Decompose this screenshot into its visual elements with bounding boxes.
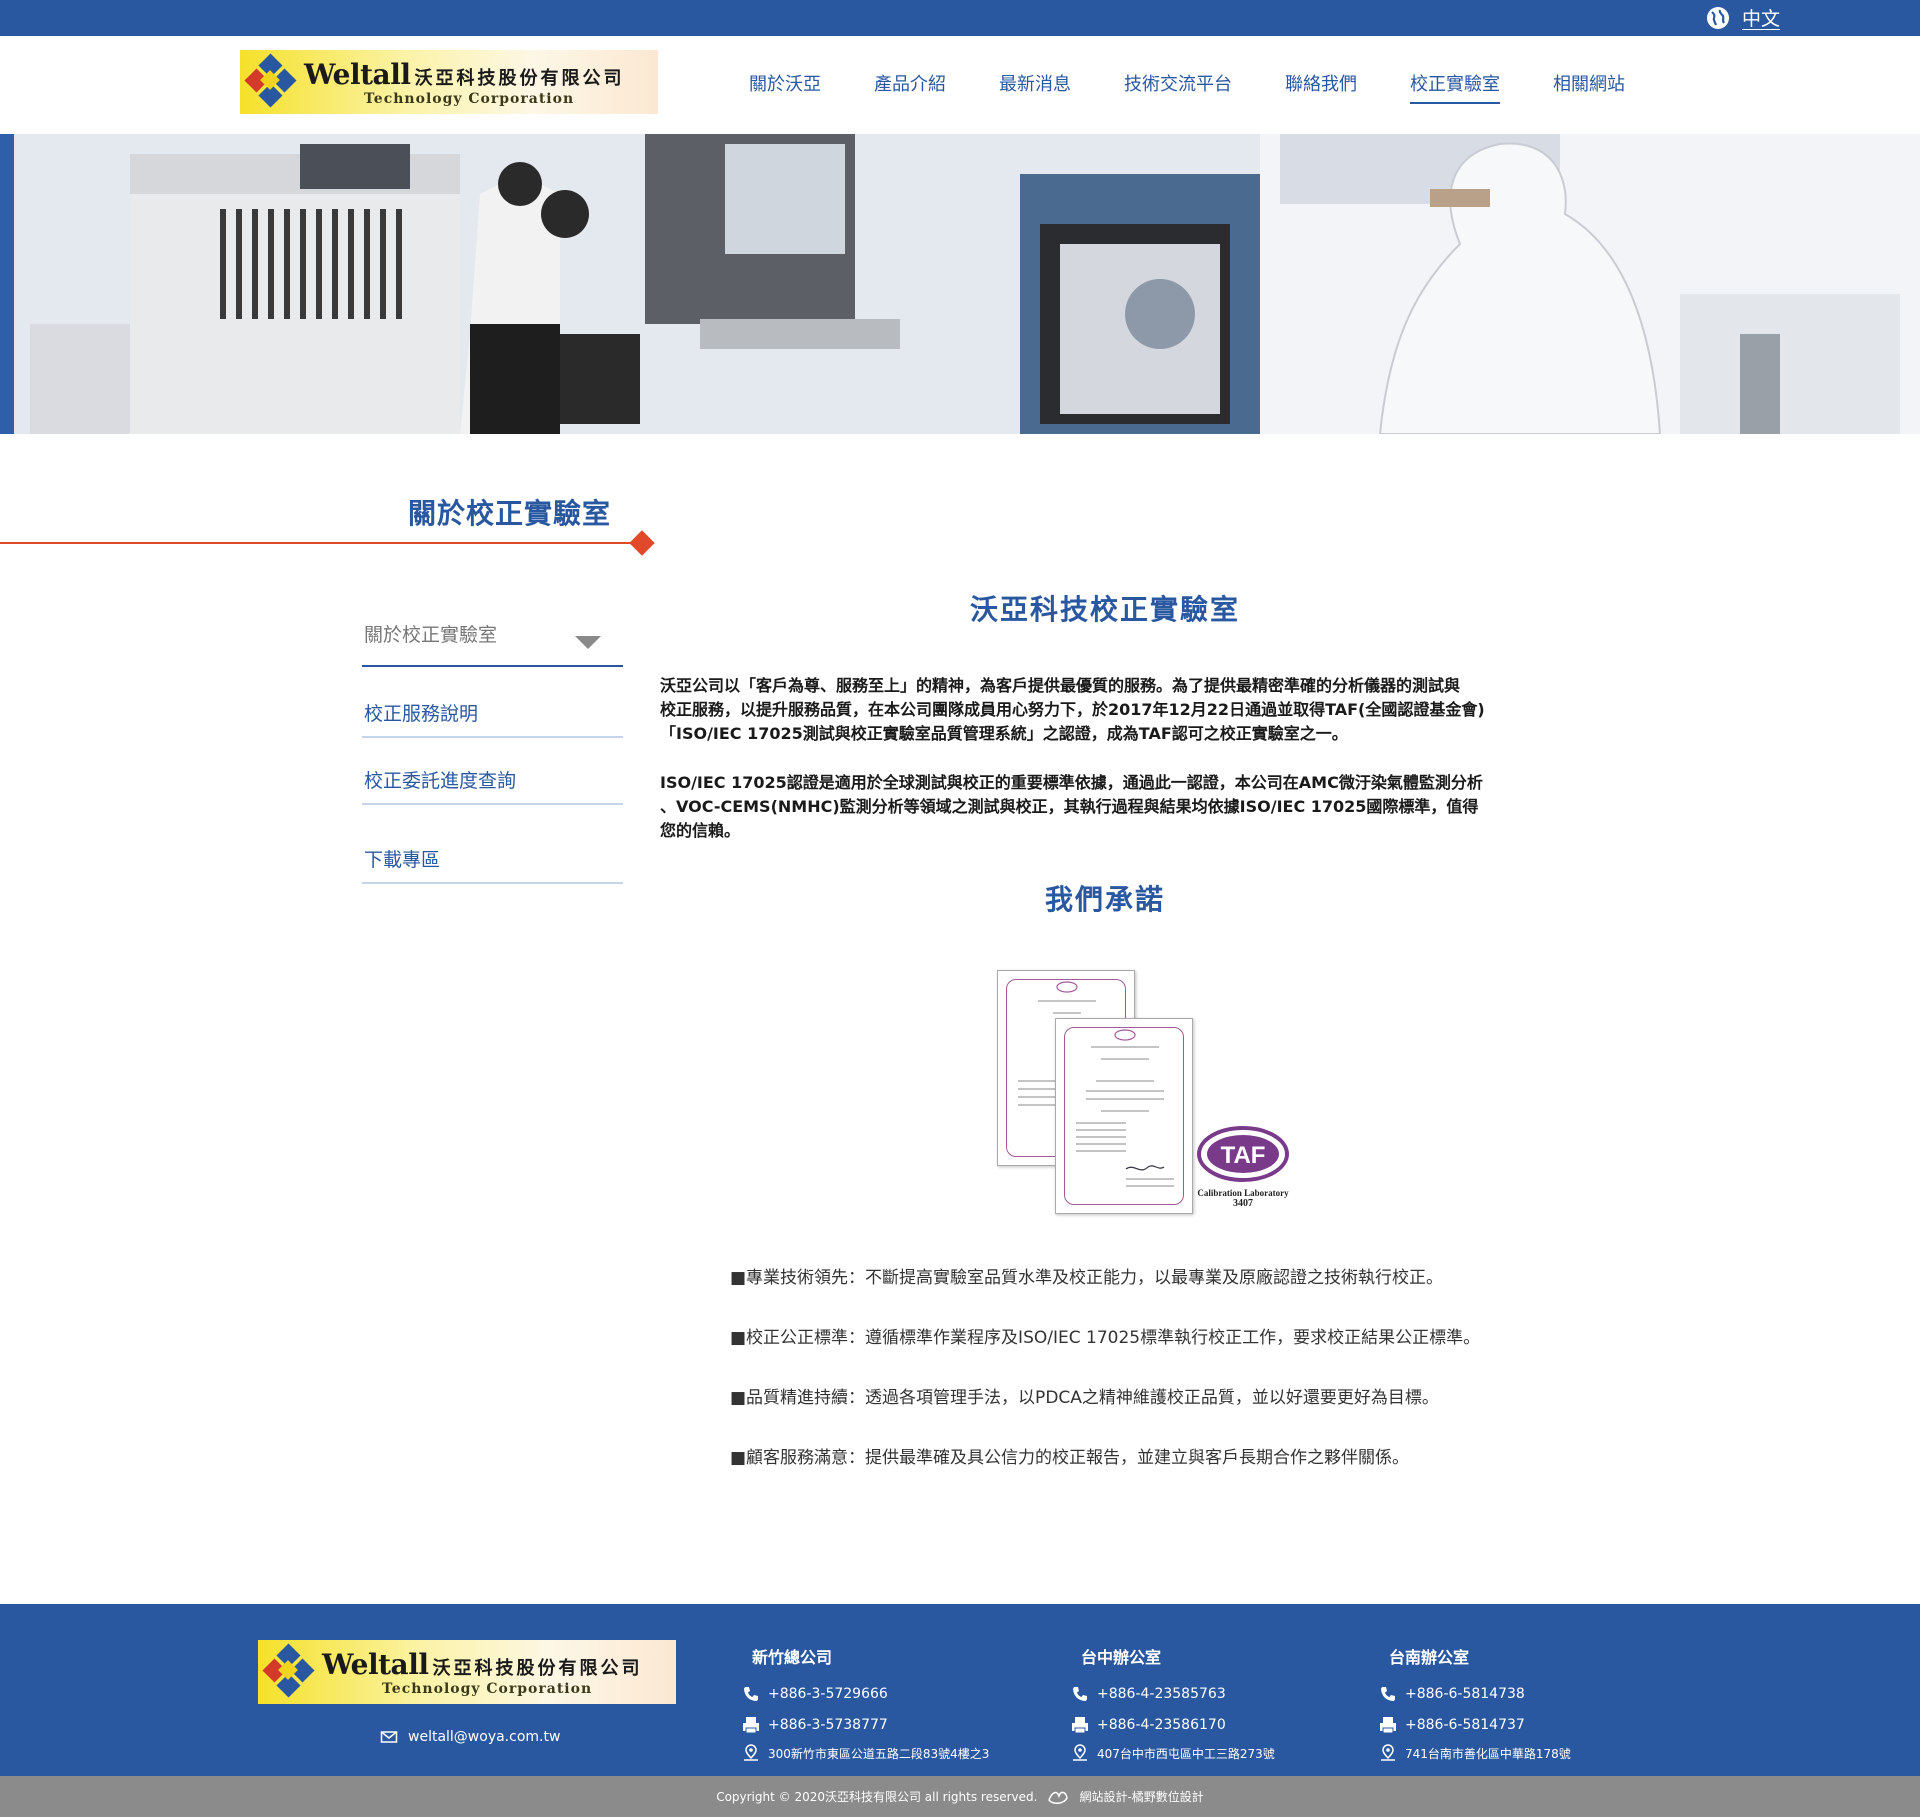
office-fax: +886-6-5814737 (1379, 1709, 1571, 1740)
sidebar-title: 關於校正實驗室 (408, 497, 612, 530)
promise-title: 我們承諾 (1044, 883, 1165, 916)
office-address: 741台南市善化區中華路178號 (1379, 1740, 1571, 1766)
logo-brand: Weltall (322, 1647, 429, 1681)
list-item: ■顧客服務滿意：提供最準確及具公信力的校正報告，並建立與客戶長期合作之夥伴關係。 (730, 1448, 1410, 1468)
office-fax: +886-4-23586170 (1071, 1709, 1275, 1740)
logo-company-en: Technology Corporation (382, 1680, 593, 1697)
iso-line: 您的信賴。 (660, 821, 741, 840)
nav-tech-platform[interactable]: 技術交流平台 (1124, 70, 1232, 104)
certificate-front (1055, 1018, 1193, 1214)
certificate-image: TAF Calibration Laboratory 3407 (992, 968, 1302, 1218)
footer-logo[interactable]: Weltall 沃亞科技股份有限公司 Technology Corporatio… (258, 1640, 676, 1704)
sidebar-item-about-lab[interactable]: 關於校正實驗室 (362, 620, 623, 667)
taf-logo-icon: TAF (1197, 1126, 1289, 1182)
list-item: ■校正公正標準：遵循標準作業程序及ISO/IEC 17025標準執行校正工作，要… (730, 1328, 1481, 1348)
fax-icon (1380, 1716, 1396, 1733)
location-icon (1073, 1744, 1087, 1761)
site-header: Weltall 沃亞科技股份有限公司 Technology Corporatio… (0, 36, 1920, 134)
promise-list: ■專業技術領先：不斷提高實驗室品質水準及校正能力，以最專業及原廠認證之技術執行校… (730, 1266, 1590, 1506)
top-bar: 中文 (0, 0, 1920, 36)
iso-line: 、VOC-CEMS(NMHC)監測分析等領域之測試與校正，其執行過程與結果均依據… (660, 797, 1479, 816)
globe-icon (1706, 6, 1729, 29)
mail-icon (380, 1731, 398, 1743)
location-icon (1381, 1744, 1395, 1761)
taf-logo-text: TAF (1221, 1142, 1266, 1169)
sidebar-menu: 關於校正實驗室 校正服務說明 校正委託進度查詢 下載專區 (362, 620, 623, 884)
banner-image (0, 134, 1920, 434)
logo-brand: Weltall (304, 57, 411, 91)
nav-related-sites[interactable]: 相關網站 (1553, 70, 1625, 104)
office-tainan: 台南辦公室 +886-6-5814738 +886-6-5814737 741台… (1379, 1644, 1571, 1766)
copyright-bar: Copyright © 2020沃亞科技有限公司 all rights rese… (0, 1776, 1920, 1817)
logo-company-en: Technology Corporation (364, 90, 575, 107)
sidebar-item-downloads[interactable]: 下載專區 (362, 845, 623, 884)
office-name: 新竹總公司 (752, 1648, 833, 1667)
office-address: 407台中市西屯區中工三路273號 (1071, 1740, 1275, 1766)
nav-news[interactable]: 最新消息 (999, 70, 1071, 104)
fax-icon (743, 1716, 759, 1733)
footer-email[interactable]: weltall@woya.com.tw (380, 1728, 560, 1746)
location-icon (744, 1744, 758, 1761)
email-text[interactable]: weltall@woya.com.tw (408, 1729, 560, 1745)
list-item: ■品質精進持續：透過各項管理手法，以PDCA之精神維護校正品質，並以好還要更好為… (730, 1388, 1439, 1408)
sidebar-divider (0, 542, 640, 544)
iso-line: ISO/IEC 17025認證是適用於全球測試與校正的重要標準依據，通過此一認證… (660, 773, 1483, 792)
phone-icon (744, 1686, 758, 1701)
company-logo[interactable]: Weltall 沃亞科技股份有限公司 Technology Corporatio… (240, 50, 658, 114)
sidebar-diamond-icon (629, 530, 655, 556)
fax-icon (1072, 1716, 1088, 1733)
taf-number: 3407 (1233, 1198, 1253, 1209)
office-name: 台中辦公室 (1081, 1648, 1162, 1667)
iso-paragraph: ISO/IEC 17025認證是適用於全球測試與校正的重要標準依據，通過此一認證… (660, 771, 1560, 843)
language-switcher[interactable]: 中文 (1706, 4, 1780, 31)
office-fax: +886-3-5738777 (742, 1709, 989, 1740)
copyright-text: Copyright © 2020沃亞科技有限公司 all rights rese… (716, 1790, 1038, 1804)
caret-down-icon (575, 636, 601, 649)
site-footer: Weltall 沃亞科技股份有限公司 Technology Corporatio… (0, 1604, 1920, 1776)
nav-calibration-lab[interactable]: 校正實驗室 (1410, 70, 1500, 104)
taf-caption: Calibration Laboratory (1197, 1188, 1289, 1198)
nav-products[interactable]: 產品介紹 (874, 70, 946, 104)
office-tel: +886-3-5729666 (742, 1678, 989, 1709)
intro-paragraph: 沃亞公司以「客戶為尊、服務至上」的精神，為客戶提供最優質的服務。為了提供最精密準… (660, 674, 1560, 746)
logo-company-cn: 沃亞科技股份有限公司 (432, 1657, 643, 1679)
taf-badge: TAF Calibration Laboratory 3407 (1197, 1126, 1289, 1209)
language-label[interactable]: 中文 (1742, 4, 1780, 31)
nav-about[interactable]: 關於沃亞 (749, 70, 821, 104)
logo-diamond-icon (244, 53, 298, 109)
nav-contact[interactable]: 聯絡我們 (1285, 70, 1357, 104)
lab-photo (0, 134, 1920, 434)
phone-icon (1073, 1686, 1087, 1701)
sidebar-item-progress-query[interactable]: 校正委託進度查詢 (362, 766, 623, 805)
designer-credit[interactable]: 網站設計-橘野數位設計 (1079, 1788, 1203, 1805)
page-title: 沃亞科技校正實驗室 (969, 593, 1240, 626)
logo-diamond-icon (262, 1643, 316, 1699)
logo-company-cn: 沃亞科技股份有限公司 (414, 67, 625, 89)
office-hsinchu: 新竹總公司 +886-3-5729666 +886-3-5738777 300新… (742, 1644, 989, 1766)
office-tel: +886-4-23585763 (1071, 1678, 1275, 1709)
main-nav: 關於沃亞 產品介紹 最新消息 技術交流平台 聯絡我們 校正實驗室 相關網站 (749, 70, 1678, 104)
intro-line: 校正服務，以提升服務品質，在本公司團隊成員用心努力下，於2017年12月22日通… (660, 700, 1485, 719)
sidebar-item-service-info[interactable]: 校正服務說明 (362, 699, 623, 738)
list-item: ■專業技術領先：不斷提高實驗室品質水準及校正能力，以最專業及原廠認證之技術執行校… (730, 1268, 1444, 1288)
sidebar-item-label: 關於校正實驗室 (364, 624, 498, 646)
intro-line: 「ISO/IEC 17025測試與校正實驗室品質管理系統」之認證，成為TAF認可… (660, 724, 1348, 743)
office-taichung: 台中辦公室 +886-4-23585763 +886-4-23586170 40… (1071, 1644, 1275, 1766)
designer-logo-icon (1048, 1791, 1069, 1804)
intro-line: 沃亞公司以「客戶為尊、服務至上」的精神，為客戶提供最優質的服務。為了提供最精密準… (660, 676, 1461, 695)
office-tel: +886-6-5814738 (1379, 1678, 1571, 1709)
office-name: 台南辦公室 (1389, 1648, 1470, 1667)
office-address: 300新竹市東區公道五路二段83號4樓之3 (742, 1740, 989, 1766)
phone-icon (1381, 1686, 1395, 1701)
